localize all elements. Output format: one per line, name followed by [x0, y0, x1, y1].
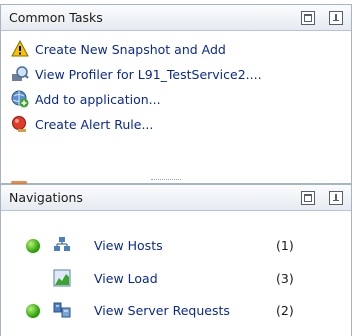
alert-rule-icon [11, 115, 29, 133]
common-tasks-panel: Common Tasks Create New Snapshot and Add… [0, 4, 352, 184]
navigations-header: Navigations [1, 185, 351, 211]
common-tasks-title: Common Tasks [9, 10, 103, 25]
nav-item-view-server-requests[interactable]: View Server Requests (2) [1, 301, 352, 321]
task-create-alert-rule[interactable]: Create Alert Rule... [11, 114, 153, 134]
warning-icon [11, 40, 29, 58]
pin-icon[interactable] [329, 190, 343, 205]
task-label[interactable]: View Profiler for L91_TestService2.... [35, 67, 262, 82]
nav-item-count: (1) [276, 238, 294, 253]
task-create-snapshot[interactable]: Create New Snapshot and Add [11, 39, 226, 59]
nav-item-label[interactable]: View Hosts [94, 238, 163, 253]
navigations-title: Navigations [9, 190, 83, 205]
maximize-icon[interactable] [301, 10, 315, 25]
globe-add-icon [11, 90, 29, 108]
common-tasks-header: Common Tasks [1, 5, 351, 31]
nav-item-label[interactable]: View Server Requests [94, 303, 230, 318]
task-view-profiler[interactable]: View Profiler for L91_TestService2.... [11, 64, 262, 84]
status-green-icon [26, 239, 40, 253]
nav-item-count: (2) [276, 303, 294, 318]
server-requests-icon [53, 301, 71, 319]
nav-item-count: (3) [276, 271, 294, 286]
task-label[interactable]: Add to application... [35, 92, 161, 107]
pin-icon[interactable] [329, 10, 343, 25]
status-green-icon [26, 304, 40, 318]
navigations-panel: Navigations View Hosts (1) View Load (3)… [0, 184, 352, 336]
load-chart-icon [53, 269, 71, 287]
nav-item-view-load[interactable]: View Load (3) [1, 269, 352, 289]
task-label[interactable]: Create Alert Rule... [35, 117, 153, 132]
nav-item-view-hosts[interactable]: View Hosts (1) [1, 236, 352, 256]
task-add-to-application[interactable]: Add to application... [11, 89, 161, 109]
task-label[interactable]: Create New Snapshot and Add [35, 42, 226, 57]
resize-grip[interactable] [151, 179, 181, 182]
nav-item-label[interactable]: View Load [94, 271, 158, 286]
maximize-icon[interactable] [301, 190, 315, 205]
profiler-icon [11, 65, 29, 83]
hosts-icon [53, 236, 71, 254]
